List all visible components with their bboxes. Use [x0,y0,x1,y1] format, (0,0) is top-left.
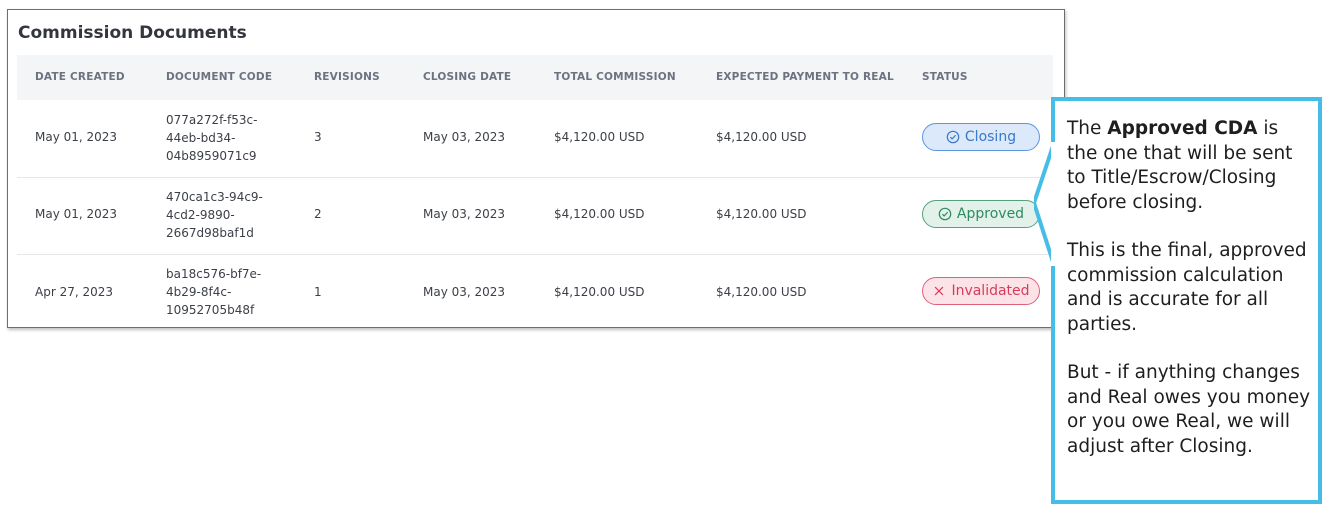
status-label: Closing [964,129,1017,145]
column-date-created: DATE CREATED [35,71,125,83]
revisions: 1 [314,285,322,299]
total-commission: $4,120.00 USD [554,207,645,221]
status-badge-closing: Closing [922,123,1040,151]
document-code[interactable]: 470ca1c3-94c9- 4cd2-9890- 2667d98baf1d [166,188,286,242]
table-row[interactable]: Apr 27, 2023 ba18c576-bf7e- 4b29-8f4c- 1… [17,254,1053,331]
expected-payment: $4,120.00 USD [716,285,807,299]
callout-text-prefix: The [1067,118,1108,139]
callout-paragraph-3: But - if anything changes and Real owes … [1067,362,1311,457]
column-revisions: REVISIONS [314,71,380,83]
status-label: Invalidated [951,283,1030,299]
closing-date: May 03, 2023 [423,285,506,299]
expected-payment: $4,120.00 USD [716,130,807,144]
status-label: Approved [956,206,1025,222]
document-code-line: ba18c576-bf7e- [166,267,262,281]
check-circle-icon [938,207,952,221]
closing-date: May 03, 2023 [423,130,506,144]
total-commission: $4,120.00 USD [554,130,645,144]
callout-seam [1051,142,1055,266]
revisions: 3 [314,130,322,144]
document-code[interactable]: ba18c576-bf7e- 4b29-8f4c- 10952705b48f [166,265,286,319]
date-created: May 01, 2023 [35,207,118,221]
document-code-line: 470ca1c3-94c9- [166,190,263,204]
status-badge-approved: Approved [922,200,1040,228]
closing-date: May 03, 2023 [423,207,506,221]
column-status: STATUS [922,71,968,83]
document-code[interactable]: 077a272f-f53c- 44eb-bd34- 04b8959071c9 [166,111,286,165]
commission-documents-panel: Commission Documents DATE CREATED DOCUME… [7,9,1065,328]
revisions: 2 [314,207,322,221]
column-closing-date: CLOSING DATE [423,71,512,83]
column-document-code: DOCUMENT CODE [166,71,273,83]
date-created: Apr 27, 2023 [35,285,114,299]
document-code-line: 10952705b48f [166,303,255,317]
document-code-line: 2667d98baf1d [166,226,254,240]
date-created: May 01, 2023 [35,130,118,144]
document-code-line: 4b29-8f4c- [166,285,232,299]
column-total-commission: TOTAL COMMISSION [554,71,676,83]
column-expected-payment: EXPECTED PAYMENT TO REAL [716,71,894,83]
expected-payment: $4,120.00 USD [716,207,807,221]
document-code-line: 44eb-bd34- [166,131,236,145]
check-circle-icon [946,130,960,144]
table-row[interactable]: May 01, 2023 077a272f-f53c- 44eb-bd34- 0… [17,100,1053,178]
callout-bold-term: Approved CDA [1107,118,1258,139]
total-commission: $4,120.00 USD [554,285,645,299]
callout-paragraph-1: The Approved CDA is the one that will be… [1067,117,1312,215]
x-icon [935,286,944,296]
document-code-line: 4cd2-9890- [166,208,235,222]
panel-title: Commission Documents [18,23,247,43]
document-code-line: 077a272f-f53c- [166,113,258,127]
callout-paragraph-2: This is the final, approved commission c… [1067,240,1307,335]
callout-text: The Approved CDA is the one that will be… [1067,117,1312,459]
status-badge-invalidated: Invalidated [922,277,1040,305]
callout-box: The Approved CDA is the one that will be… [1051,97,1322,504]
table-row[interactable]: May 01, 2023 470ca1c3-94c9- 4cd2-9890- 2… [17,177,1053,255]
document-code-line: 04b8959071c9 [166,149,257,163]
table-header: DATE CREATED DOCUMENT CODE REVISIONS CLO… [17,55,1053,100]
